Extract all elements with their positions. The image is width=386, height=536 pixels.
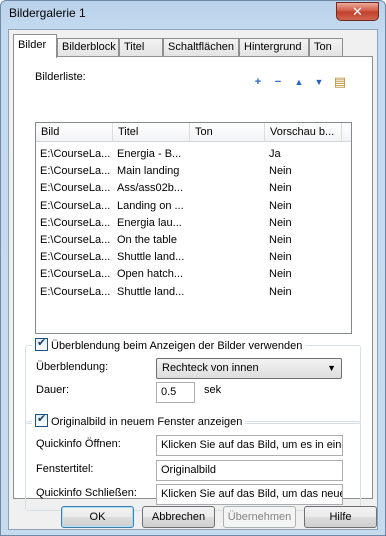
transition-type-value: Rechteck von innen xyxy=(162,362,259,374)
move-up-icon[interactable]: ▲ xyxy=(292,76,306,90)
original-image-checkbox-label: Originalbild in neuem Fenster anzeigen xyxy=(51,416,243,428)
close-tooltip-label: Quickinfo Schließen: xyxy=(36,487,137,499)
tab-bilderblock[interactable]: Bilderblock xyxy=(57,38,119,57)
table-cell: Energia - B... xyxy=(117,148,182,160)
table-cell xyxy=(194,180,266,197)
table-cell xyxy=(194,284,266,301)
table-cell: Nein xyxy=(269,234,292,246)
move-down-icon[interactable]: ▼ xyxy=(312,76,326,90)
table-cell xyxy=(194,146,266,163)
checkbox-checked-icon xyxy=(35,413,48,427)
table-cell: Nein xyxy=(269,285,292,298)
table-cell: Main landing xyxy=(117,165,180,178)
properties-icon[interactable]: ▤ xyxy=(333,75,347,89)
duration-label: Dauer: xyxy=(36,384,70,396)
table-cell: E:\CourseLa... xyxy=(40,182,111,195)
column-header-ton[interactable]: Ton xyxy=(190,123,265,142)
table-cell: E:\CourseLa... xyxy=(40,148,111,160)
table-cell: On the table xyxy=(117,234,177,246)
table-cell: E:\CourseLa... xyxy=(40,165,111,178)
remove-icon[interactable]: − xyxy=(271,76,285,90)
table-cell xyxy=(194,198,266,215)
column-header-bild[interactable]: Bild xyxy=(36,123,113,142)
window-title: Bildergalerie 1 xyxy=(9,6,86,20)
table-row[interactable]: E:\CourseLa... Energia lau... Nein xyxy=(36,215,351,232)
table-cell xyxy=(194,266,266,283)
table-row[interactable]: E:\CourseLa... Main landing Nein xyxy=(36,163,351,180)
tab-bilder[interactable]: Bilder xyxy=(13,34,57,58)
table-row[interactable]: E:\CourseLa... Shuttle land... Nein xyxy=(36,284,351,301)
table-cell xyxy=(194,215,266,232)
tab-panel-bilder: Bilderliste: + − ▲ ▼ ▤ Bild Titel Ton Vo… xyxy=(13,56,373,511)
chevron-down-icon: ▼ xyxy=(327,363,336,373)
tab-ton[interactable]: Ton xyxy=(309,38,343,57)
table-cell: Open hatch... xyxy=(117,268,184,281)
table-cell xyxy=(194,249,266,266)
table-cell: E:\CourseLa... xyxy=(40,251,111,264)
window-title-label: Fenstertitel: xyxy=(36,463,94,475)
table-cell: Nein xyxy=(269,182,292,195)
table-cell: Nein xyxy=(269,165,292,178)
table-cell xyxy=(194,163,266,180)
close-icon: ✕ xyxy=(352,4,363,19)
table-row[interactable]: E:\CourseLa... Ass/ass02b... Nein xyxy=(36,180,351,197)
dialog-window: Bildergalerie 1 ✕ Bilder Bilderblock Tit… xyxy=(0,0,386,536)
table-cell: E:\CourseLa... xyxy=(40,216,111,229)
ok-button[interactable]: OK xyxy=(61,506,134,528)
table-cell: Nein xyxy=(269,268,292,281)
table-cell: E:\CourseLa... xyxy=(40,199,111,212)
checkbox-checked-icon xyxy=(35,337,48,351)
close-button[interactable]: ✕ xyxy=(336,2,379,21)
table-cell xyxy=(194,232,266,249)
table-cell: Shuttle land... xyxy=(117,251,185,264)
tab-titel[interactable]: Titel xyxy=(119,38,163,57)
title-bar[interactable]: Bildergalerie 1 ✕ xyxy=(1,1,385,27)
table-row[interactable]: E:\CourseLa... On the table Nein xyxy=(36,232,351,249)
image-list[interactable]: Bild Titel Ton Vorschau b... E:\CourseLa… xyxy=(35,122,352,334)
column-header-titel[interactable]: Titel xyxy=(113,123,190,142)
image-list-header: Bild Titel Ton Vorschau b... xyxy=(36,123,351,142)
table-row[interactable]: E:\CourseLa... Energia - B... Ja xyxy=(36,146,351,163)
table-row[interactable]: E:\CourseLa... Shuttle land... Nein xyxy=(36,249,351,266)
dialog-client-area: Bilder Bilderblock Titel Schaltflächen H… xyxy=(8,29,378,530)
duration-unit: sek xyxy=(204,384,222,396)
table-row[interactable]: E:\CourseLa... Landing on ... Nein xyxy=(36,198,351,215)
original-image-checkbox[interactable]: Originalbild in neuem Fenster anzeigen xyxy=(32,413,246,428)
help-button[interactable]: Hilfe xyxy=(304,506,377,528)
table-cell: E:\CourseLa... xyxy=(40,234,111,246)
table-row[interactable]: E:\CourseLa... Open hatch... Nein xyxy=(36,266,351,283)
column-header-vorschau[interactable]: Vorschau b... xyxy=(265,123,342,142)
transition-type-label: Überblendung: xyxy=(36,361,109,373)
tab-schaltflaechen[interactable]: Schaltflächen xyxy=(163,38,239,57)
table-cell: Shuttle land... xyxy=(117,285,185,298)
open-tooltip-input[interactable]: Klicken Sie auf das Bild, um es in eine xyxy=(156,435,343,456)
add-icon[interactable]: + xyxy=(251,76,265,90)
table-cell: E:\CourseLa... xyxy=(40,268,111,281)
transition-checkbox[interactable]: Überblendung beim Anzeigen der Bilder ve… xyxy=(32,337,306,352)
table-cell: Nein xyxy=(269,199,292,212)
image-list-label: Bilderliste: xyxy=(35,71,86,83)
table-cell: Nein xyxy=(269,216,292,229)
table-cell: E:\CourseLa... xyxy=(40,285,111,298)
transition-type-select[interactable]: Rechteck von innen ▼ xyxy=(156,358,342,379)
cancel-button[interactable]: Abbrechen xyxy=(142,506,215,528)
duration-input[interactable]: 0.5 xyxy=(156,382,195,403)
window-title-input[interactable]: Originalbild xyxy=(156,460,343,481)
table-cell: Energia lau... xyxy=(117,216,182,229)
close-tooltip-input[interactable]: Klicken Sie auf das Bild, um das neue xyxy=(156,484,343,505)
table-cell: Nein xyxy=(269,251,292,264)
apply-button[interactable]: Übernehmen xyxy=(223,506,296,528)
table-cell: Landing on ... xyxy=(117,199,184,212)
open-tooltip-label: Quickinfo Öffnen: xyxy=(36,438,121,450)
table-cell: Ass/ass02b... xyxy=(117,182,184,195)
transition-checkbox-label: Überblendung beim Anzeigen der Bilder ve… xyxy=(51,340,303,352)
tab-hintergrund[interactable]: Hintergrund xyxy=(239,38,309,57)
table-cell: Ja xyxy=(269,148,281,160)
